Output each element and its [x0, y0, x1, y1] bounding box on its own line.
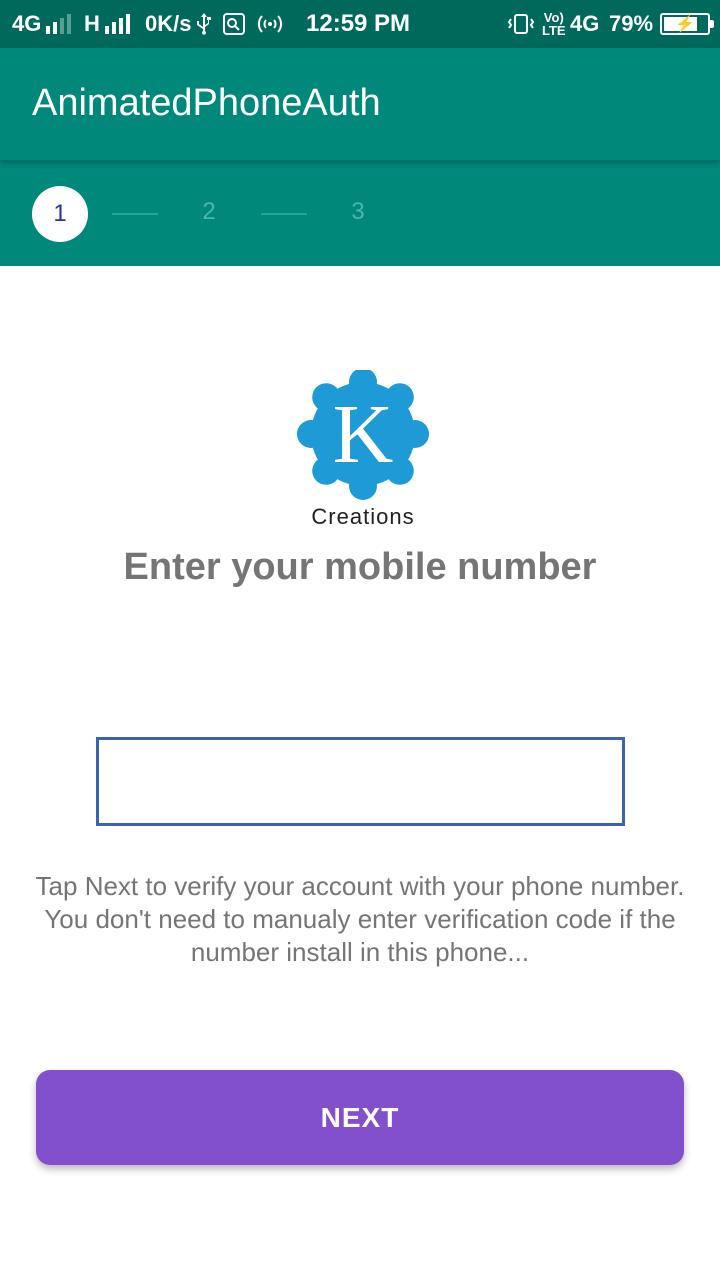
usb-icon: [196, 0, 212, 48]
vibrate-icon: [506, 0, 536, 48]
step-connector: [112, 213, 158, 215]
battery-percent: 79%: [609, 11, 654, 36]
battery-cap: [710, 20, 714, 28]
stepper: 1 2 3: [0, 160, 720, 266]
clock: 12:59 PM: [306, 10, 411, 37]
step-connector: [261, 213, 307, 215]
signal-icon: [46, 14, 72, 34]
next-button[interactable]: NEXT: [36, 1070, 684, 1165]
network-type-1: 4G: [12, 11, 42, 36]
signal-group-2: H: [84, 0, 130, 48]
info-text: Tap Next to verify your account with you…: [35, 871, 685, 967]
k-creations-logo: K: [297, 370, 429, 500]
phone-number-input[interactable]: [96, 737, 625, 826]
battery-charging-icon: ⚡: [660, 13, 714, 35]
status-bar: 4G H 0K/s 12:59 PM Vo) LTE 4G 79% ⚡: [0, 0, 720, 48]
step-1-active[interactable]: 1: [32, 186, 88, 242]
page-title: Enter your mobile number: [123, 546, 597, 588]
volte-indicator: Vo) LTE: [542, 0, 566, 48]
signal-icon: [104, 14, 130, 34]
signal-group-1: 4G: [12, 0, 72, 48]
lte-label: LTE: [542, 23, 566, 38]
step-2[interactable]: 2: [197, 198, 221, 226]
network-type-3: 4G: [570, 11, 600, 36]
app-notification-icon: [222, 0, 246, 48]
step-3[interactable]: 3: [346, 198, 370, 226]
logo-letter: K: [333, 388, 394, 481]
logo-text: Creations: [311, 504, 415, 529]
hotspot-icon: [256, 0, 284, 48]
charging-bolt-icon: ⚡: [675, 16, 695, 33]
app-bar: AnimatedPhoneAuth: [0, 48, 720, 160]
network-speed: 0K/s: [145, 11, 192, 36]
network-type-2: H: [84, 11, 100, 36]
app-title: AnimatedPhoneAuth: [32, 82, 381, 124]
